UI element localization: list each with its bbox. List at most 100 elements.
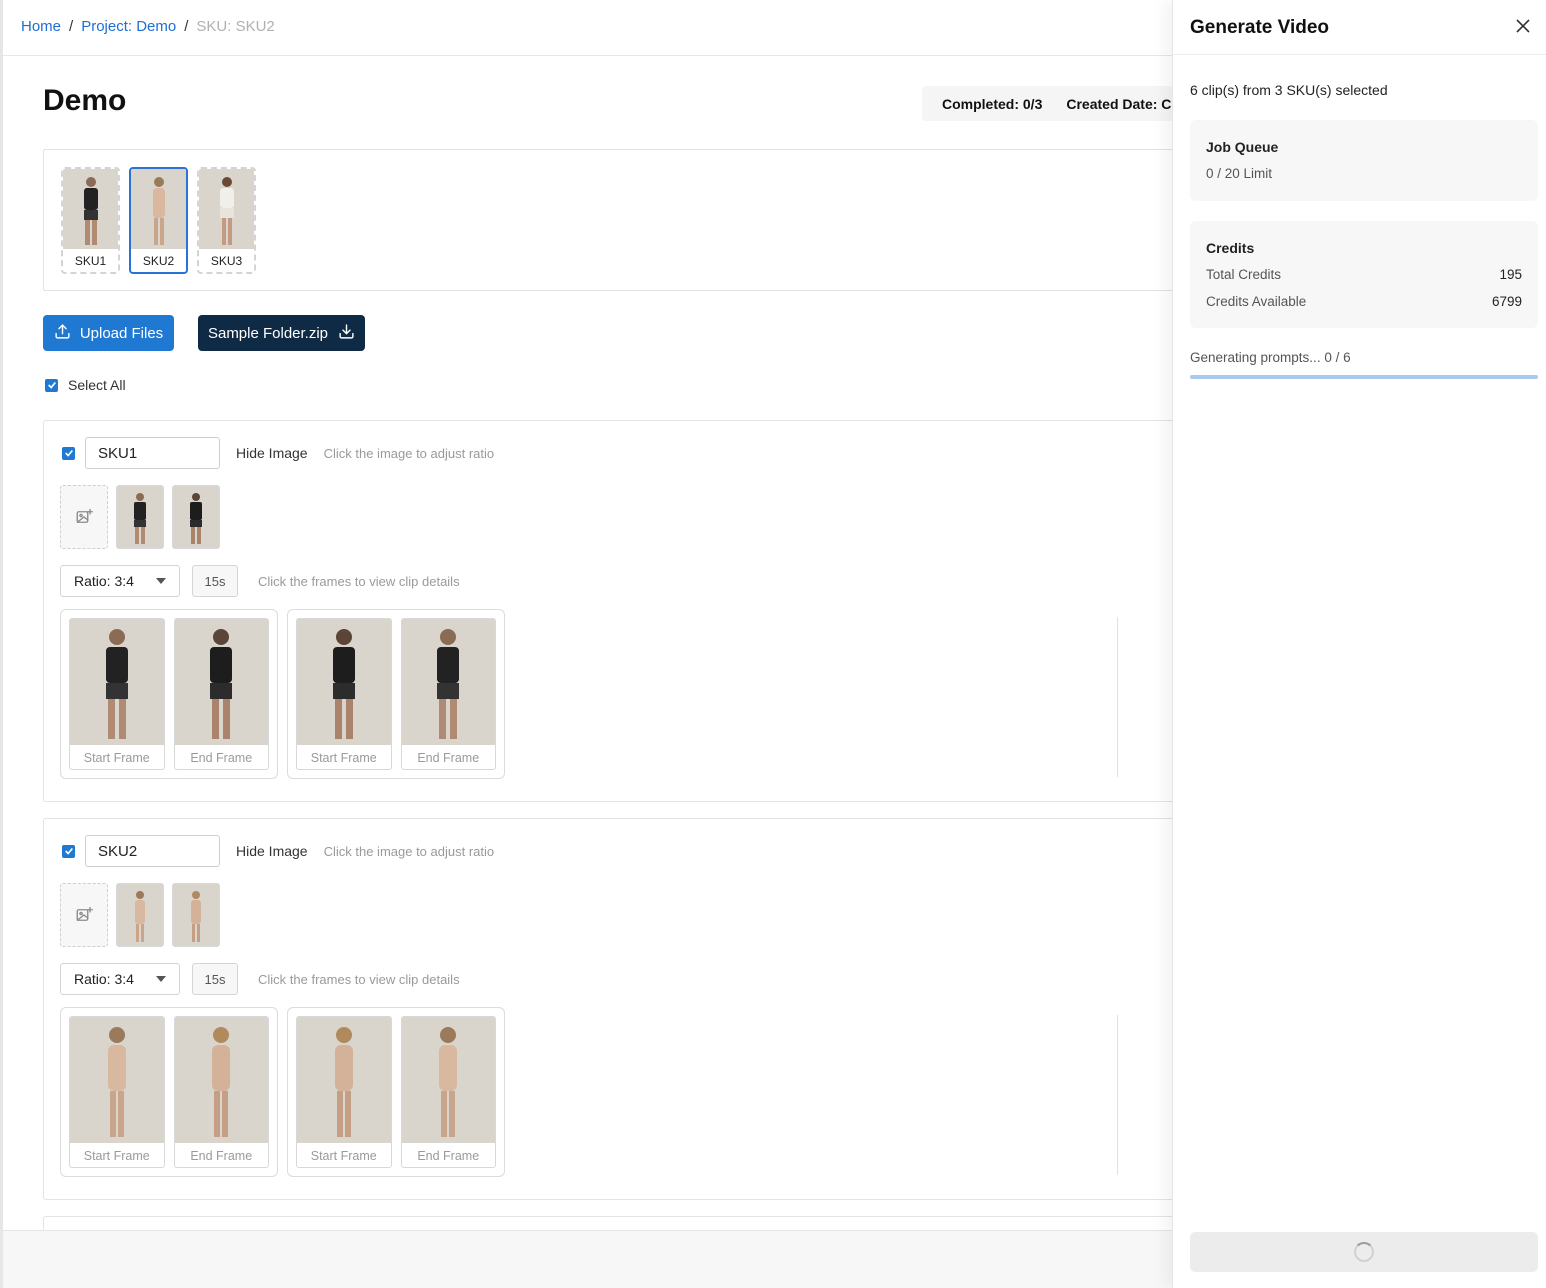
- page-title: Demo: [43, 84, 127, 117]
- end-frame[interactable]: End Frame: [400, 618, 496, 770]
- ratio-select[interactable]: Ratio: 3:4: [60, 963, 180, 995]
- frame-caption: Start Frame: [83, 751, 150, 765]
- generation-status: Generating prompts... 0 / 6: [1190, 350, 1351, 365]
- sku-thumb-image: [199, 169, 254, 249]
- breadcrumb: Home / Project: Demo / SKU: SKU2: [21, 18, 275, 35]
- sample-folder-download-button[interactable]: Sample Folder.zip: [198, 315, 365, 351]
- completed-count: Completed: 0/3: [942, 95, 1043, 112]
- job-queue-title: Job Queue: [1206, 139, 1279, 155]
- drawer-header: Generate Video: [1173, 0, 1546, 55]
- frames-hint: Click the frames to view clip details: [258, 971, 460, 987]
- end-frame[interactable]: End Frame: [173, 618, 269, 770]
- credits-panel: Credits Total Credits 195 Credits Availa…: [1190, 221, 1538, 328]
- check-icon: [47, 381, 56, 389]
- credits-available-value: 6799: [1491, 294, 1522, 309]
- sku-card-header: SKU1 Hide Image Click the image to adjus…: [62, 437, 494, 469]
- start-frame[interactable]: Start Frame: [69, 618, 165, 770]
- breadcrumb-separator: /: [184, 18, 189, 35]
- upload-icon: [54, 323, 71, 344]
- add-image-icon: [76, 906, 93, 921]
- frame-caption: End Frame: [190, 751, 253, 765]
- sku-checkbox[interactable]: [62, 446, 75, 460]
- sku-images: [60, 485, 220, 549]
- close-icon: [1516, 19, 1530, 33]
- clip-card[interactable]: Start Frame End Frame: [60, 1007, 278, 1177]
- duration-badge[interactable]: 15s: [192, 565, 238, 597]
- credits-available-label: Credits Available: [1206, 294, 1307, 309]
- start-frame[interactable]: Start Frame: [69, 1016, 165, 1168]
- credits-available-row: Credits Available 6799: [1206, 294, 1522, 309]
- hide-image-toggle[interactable]: Hide Image: [236, 843, 308, 859]
- breadcrumb-project-link[interactable]: Project: Demo: [81, 18, 176, 35]
- image-ratio-hint: Click the image to adjust ratio: [323, 445, 495, 461]
- sku-thumb-sku3[interactable]: SKU3: [197, 167, 256, 274]
- sku-card-header: SKU2 Hide Image Click the image to adjus…: [62, 835, 494, 867]
- duration-badge[interactable]: 15s: [192, 963, 238, 995]
- spinner-icon: [1354, 1242, 1374, 1262]
- sku-name-input[interactable]: SKU2: [85, 835, 220, 867]
- sku-thumb-sku1[interactable]: SKU1: [61, 167, 120, 274]
- sku-thumb-label: SKU1: [74, 254, 107, 268]
- add-image-button[interactable]: [60, 883, 108, 947]
- sku-name-input[interactable]: SKU1: [85, 437, 220, 469]
- frame-caption: Start Frame: [310, 1149, 377, 1163]
- frame-caption: End Frame: [417, 751, 480, 765]
- chevron-down-icon: [156, 578, 166, 584]
- generate-video-drawer: Generate Video 6 clip(s) from 3 SKU(s) s…: [1172, 0, 1546, 1288]
- frame-image: [401, 1017, 495, 1143]
- sku-image-thumb[interactable]: [116, 485, 164, 549]
- clip-controls: Ratio: 3:4 15s Click the frames to view …: [60, 963, 460, 995]
- close-button[interactable]: [1515, 18, 1531, 34]
- chevron-down-icon: [156, 976, 166, 982]
- start-frame[interactable]: Start Frame: [296, 1016, 392, 1168]
- start-frame[interactable]: Start Frame: [296, 618, 392, 770]
- sku-card-sku1: SKU1 Hide Image Click the image to adjus…: [43, 420, 1243, 802]
- clip-controls: Ratio: 3:4 15s Click the frames to view …: [60, 565, 460, 597]
- clip-card[interactable]: Start Frame End Frame: [60, 609, 278, 779]
- clip-list: Start Frame End Frame Start Frame End Fr…: [60, 1007, 505, 1177]
- selection-summary: 6 clip(s) from 3 SKU(s) selected: [1190, 82, 1388, 98]
- divider: [1117, 617, 1118, 777]
- sku-thumb-label: SKU3: [210, 254, 243, 268]
- generate-submit-button[interactable]: [1190, 1232, 1538, 1272]
- frame-caption: Start Frame: [83, 1149, 150, 1163]
- breadcrumb-home-link[interactable]: Home: [21, 18, 61, 35]
- sku-image-thumb[interactable]: [116, 883, 164, 947]
- select-all[interactable]: Select All: [45, 377, 126, 393]
- frame-image: [401, 619, 495, 745]
- end-frame[interactable]: End Frame: [173, 1016, 269, 1168]
- add-image-icon: [76, 508, 93, 523]
- add-image-button[interactable]: [60, 485, 108, 549]
- sku-thumb-sku2[interactable]: SKU2: [129, 167, 188, 274]
- total-credits-label: Total Credits: [1206, 267, 1282, 282]
- download-icon: [338, 323, 355, 344]
- check-icon: [64, 449, 73, 457]
- clip-card[interactable]: Start Frame End Frame: [287, 1007, 505, 1177]
- clip-card[interactable]: Start Frame End Frame: [287, 609, 505, 779]
- generation-progress-bar: [1190, 375, 1538, 379]
- sku-thumb-label: SKU2: [142, 254, 175, 268]
- sku-image-thumb[interactable]: [172, 883, 220, 947]
- frame-image: [70, 1017, 164, 1143]
- sku-image-thumb[interactable]: [172, 485, 220, 549]
- upload-files-label: Upload Files: [79, 324, 164, 342]
- project-stats: Completed: 0/3 Created Date: C: [922, 86, 1182, 121]
- select-all-checkbox[interactable]: [45, 378, 58, 392]
- select-all-label: Select All: [68, 377, 126, 393]
- hide-image-toggle[interactable]: Hide Image: [236, 445, 308, 461]
- drawer-title: Generate Video: [1190, 17, 1330, 38]
- upload-files-button[interactable]: Upload Files: [43, 315, 174, 351]
- clip-list: Start Frame End Frame Start Frame End Fr…: [60, 609, 505, 779]
- end-frame[interactable]: End Frame: [400, 1016, 496, 1168]
- sku-checkbox[interactable]: [62, 844, 75, 858]
- frame-caption: End Frame: [417, 1149, 480, 1163]
- ratio-select[interactable]: Ratio: 3:4: [60, 565, 180, 597]
- credits-title: Credits: [1206, 240, 1255, 256]
- frame-image: [174, 619, 268, 745]
- ratio-value: Ratio: 3:4: [74, 573, 134, 589]
- breadcrumb-current: SKU: SKU2: [196, 18, 275, 35]
- created-date: Created Date: C: [1066, 95, 1172, 112]
- sku-strip: SKU1 SKU2 SKU3: [43, 149, 1243, 291]
- frames-hint: Click the frames to view clip details: [258, 573, 460, 589]
- job-queue-value: 0 / 20 Limit: [1206, 166, 1273, 181]
